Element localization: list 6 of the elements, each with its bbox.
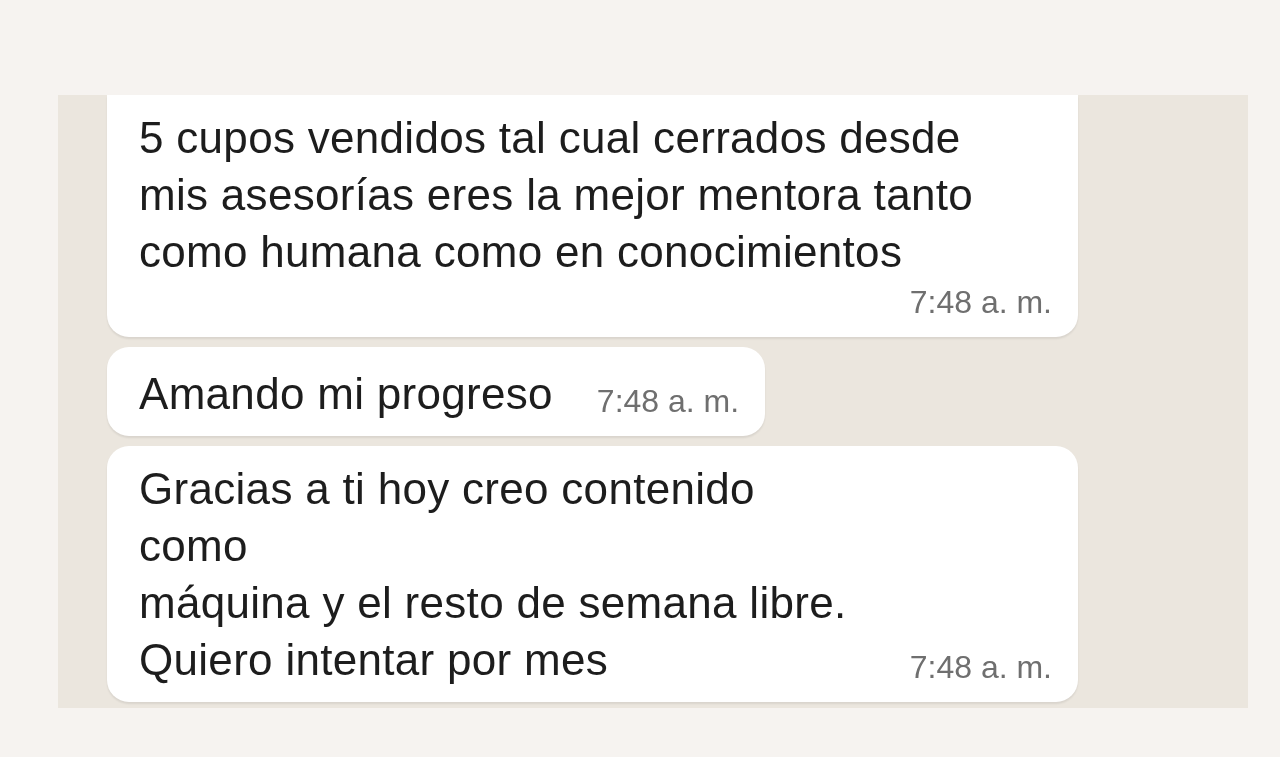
message-text: Gracias a ti hoy creo contenido como máquina y el resto de semana libre. Quiero intentar por mes xyxy=(139,463,848,686)
message-text: Amando mi progreso xyxy=(139,368,553,420)
message-text: 5 cupos vendidos tal cual cerrados desde mis asesorías eres la mejor mentora tanto como humana como en conocimientos xyxy=(139,112,973,278)
message-time: 7:48 a. m. xyxy=(909,284,1052,322)
message-time: 7:48 a. m. xyxy=(909,649,1052,687)
message-time: 7:48 a. m. xyxy=(596,383,740,421)
